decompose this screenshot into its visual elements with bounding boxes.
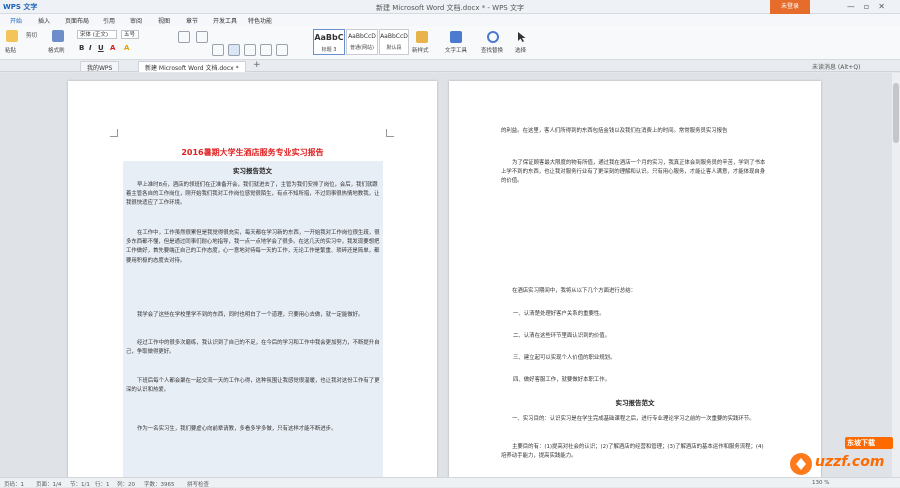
title-bar: WPS 文字 新建 Microsoft Word 文档.docx * - WPS… — [0, 0, 900, 14]
style-sample: AaBbCcD — [380, 33, 408, 40]
text-tools-label[interactable]: 文字工具 — [445, 46, 467, 54]
tab-view[interactable]: 视图 — [158, 16, 170, 25]
style-normal-web[interactable]: AaBbCcD 普通(网站) — [346, 29, 378, 55]
paste-label[interactable]: 粘贴 — [5, 46, 16, 54]
tab-insert[interactable]: 插入 — [38, 16, 50, 25]
window-title: 新建 Microsoft Word 文档.docx * - WPS 文字 — [376, 4, 524, 12]
tab-current-document[interactable]: 新建 Microsoft Word 文档.docx * — [138, 61, 246, 72]
zoom-level[interactable]: 130 % — [812, 480, 829, 486]
justify-icon[interactable] — [260, 44, 272, 56]
format-painter-label[interactable]: 格式刷 — [48, 46, 65, 54]
bold-icon[interactable]: B — [79, 44, 84, 52]
list-item[interactable]: 二、认清在这些环节里面认识到的价值。 — [513, 331, 610, 339]
cursor-icon[interactable] — [516, 31, 528, 43]
body-paragraph[interactable]: 我学会了这些在学校里学不到的东西，同时也明白了一个道理，只要用心去做，就一定能做… — [126, 311, 382, 320]
style-name: 默认段 — [386, 45, 402, 51]
body-paragraph[interactable]: 早上准时8点，酒店的领班们在正准备开会，我们就进去了，主管为我们安排了岗位，会后… — [126, 181, 382, 209]
list-item[interactable]: 四、做好客服工作，就要做好本职工作。 — [513, 375, 610, 383]
new-style-icon[interactable] — [416, 31, 428, 43]
window-controls[interactable]: —▫✕ — [847, 2, 894, 11]
format-painter-icon[interactable] — [52, 30, 64, 42]
line-spacing-icon[interactable] — [276, 44, 288, 56]
search-icon[interactable] — [487, 31, 499, 43]
section-subtitle[interactable]: 实习报告范文 — [68, 165, 437, 175]
font-size-select[interactable]: 五号 — [121, 30, 139, 39]
body-paragraph[interactable]: 下班后每个人都会聚在一起交流一天的工作心得，这种氛围让我感觉很温暖，也让我对这份… — [126, 377, 382, 395]
italic-icon[interactable]: I — [89, 44, 92, 52]
tab-developer[interactable]: 开发工具 — [213, 16, 237, 25]
align-right-icon[interactable] — [244, 44, 256, 56]
login-button[interactable]: 未登录 — [770, 0, 810, 14]
text-tools-icon[interactable] — [450, 31, 462, 43]
crop-mark — [386, 129, 394, 137]
body-paragraph[interactable]: 的利益。在这里，客人们所得到的东西包括金钱以及我们在消费上的时间。常常服务员实习… — [501, 127, 767, 136]
list-intro[interactable]: 在酒店实习期间中，我将从以下几个方面进行总结： — [501, 287, 767, 296]
align-center-icon[interactable] — [228, 44, 240, 56]
style-sample: AaBbCcD — [348, 33, 376, 40]
report-title[interactable]: 2016暑期大学生酒店服务专业实习报告 — [68, 147, 437, 158]
body-paragraph[interactable]: 作为一名实习生，我们要虚心向前辈请教，多看多学多做，只有这样才能不断进步。 — [126, 425, 382, 434]
menu-tab-bar: 开始 插入 页面布局 引用 审阅 视图 章节 开发工具 特色功能 — [0, 14, 900, 28]
body-paragraph[interactable]: 一、实习目的：认识实习是在学生完成基础课程之后，进行专业理论学习之前的一次重要的… — [501, 415, 767, 424]
style-heading3[interactable]: AaBbC 标题 3 — [313, 29, 345, 55]
body-paragraph[interactable]: 为了保证顾客最大限度的物有所值，通过我在酒店一个月的实习，我真正体会到服务员的辛… — [501, 159, 767, 187]
crop-mark — [110, 129, 118, 137]
scrollbar-thumb[interactable] — [893, 83, 899, 143]
body-paragraph[interactable]: 主要目的有：(1)提高对社会的认识；(2)了解酒店的经营和管理；(3)了解酒店的… — [501, 443, 767, 461]
cut-label[interactable]: 剪切 — [26, 31, 37, 39]
find-replace-label[interactable]: 查找替换 — [481, 46, 503, 54]
document-page-1[interactable]: 2016暑期大学生酒店服务专业实习报告 实习报告范文 早上准时8点，酒店的领班们… — [68, 81, 437, 477]
tab-reference[interactable]: 引用 — [103, 16, 115, 25]
tab-review[interactable]: 审阅 — [130, 16, 142, 25]
underline-icon[interactable]: U — [98, 44, 104, 52]
tab-section[interactable]: 章节 — [186, 16, 198, 25]
unread-messages[interactable]: 未读消息 (Alt+Q) — [812, 62, 860, 71]
numbered-list-icon[interactable] — [196, 31, 208, 43]
site-watermark: 东坡下载 uzzf.com — [787, 437, 897, 479]
style-sample: AaBbC — [314, 33, 344, 42]
document-page-2[interactable]: 的利益。在这里，客人们所得到的东西包括金钱以及我们在消费上的时间。常常服务员实习… — [449, 81, 821, 477]
section-subtitle[interactable]: 实习报告范文 — [449, 397, 821, 407]
style-name: 普通(网站) — [350, 45, 374, 51]
paste-icon[interactable] — [6, 30, 18, 42]
font-color-icon[interactable]: A — [110, 44, 115, 52]
bullet-list-icon[interactable] — [178, 31, 190, 43]
ribbon-toolbar: 粘贴 剪切 格式刷 宋体 (正文) 五号 B I U A A AaBbC 标题 … — [0, 26, 900, 60]
body-paragraph[interactable]: 在工作中，工作虽然很累但是我觉得很充实，每天都在学习新的东西，一开始我对工作岗位… — [126, 229, 382, 266]
select-label[interactable]: 选择 — [515, 46, 526, 54]
font-name-select[interactable]: 宋体 (正文) — [77, 30, 117, 39]
align-left-icon[interactable] — [212, 44, 224, 56]
style-name: 标题 3 — [321, 47, 337, 53]
watermark-brand: uzzf.com — [815, 454, 885, 470]
highlight-icon[interactable]: A — [124, 44, 129, 52]
watermark-badge: 东坡下载 — [847, 439, 875, 447]
body-paragraph[interactable]: 经过工作中的很多次磨练，我认识到了自己的不足，在今后的学习和工作中我会更加努力，… — [126, 339, 382, 357]
new-tab-icon[interactable]: + — [253, 60, 261, 70]
document-tab-bar: 我的WPS 新建 Microsoft Word 文档.docx * + 未读消息… — [0, 60, 900, 72]
status-bar: 页码：1 页面：1/4 节：1/1 行：1 列：20 字数：3965 拼写检查 … — [0, 477, 900, 488]
document-workspace[interactable]: 2016暑期大学生酒店服务专业实习报告 实习报告范文 早上准时8点，酒店的领班们… — [0, 73, 900, 477]
vertical-scrollbar[interactable] — [892, 73, 900, 477]
tab-page-layout[interactable]: 页面布局 — [65, 16, 89, 25]
style-default[interactable]: AaBbCcD 默认段 — [379, 29, 409, 55]
tab-my-wps[interactable]: 我的WPS — [80, 61, 120, 72]
new-style-label[interactable]: 新样式 — [412, 46, 429, 54]
list-item[interactable]: 一、认清楚处理好客户关系的重要性。 — [513, 309, 605, 317]
list-item[interactable]: 三、建立起可以实现个人价值的职业规划。 — [513, 353, 615, 361]
tab-special[interactable]: 特色功能 — [248, 16, 272, 25]
